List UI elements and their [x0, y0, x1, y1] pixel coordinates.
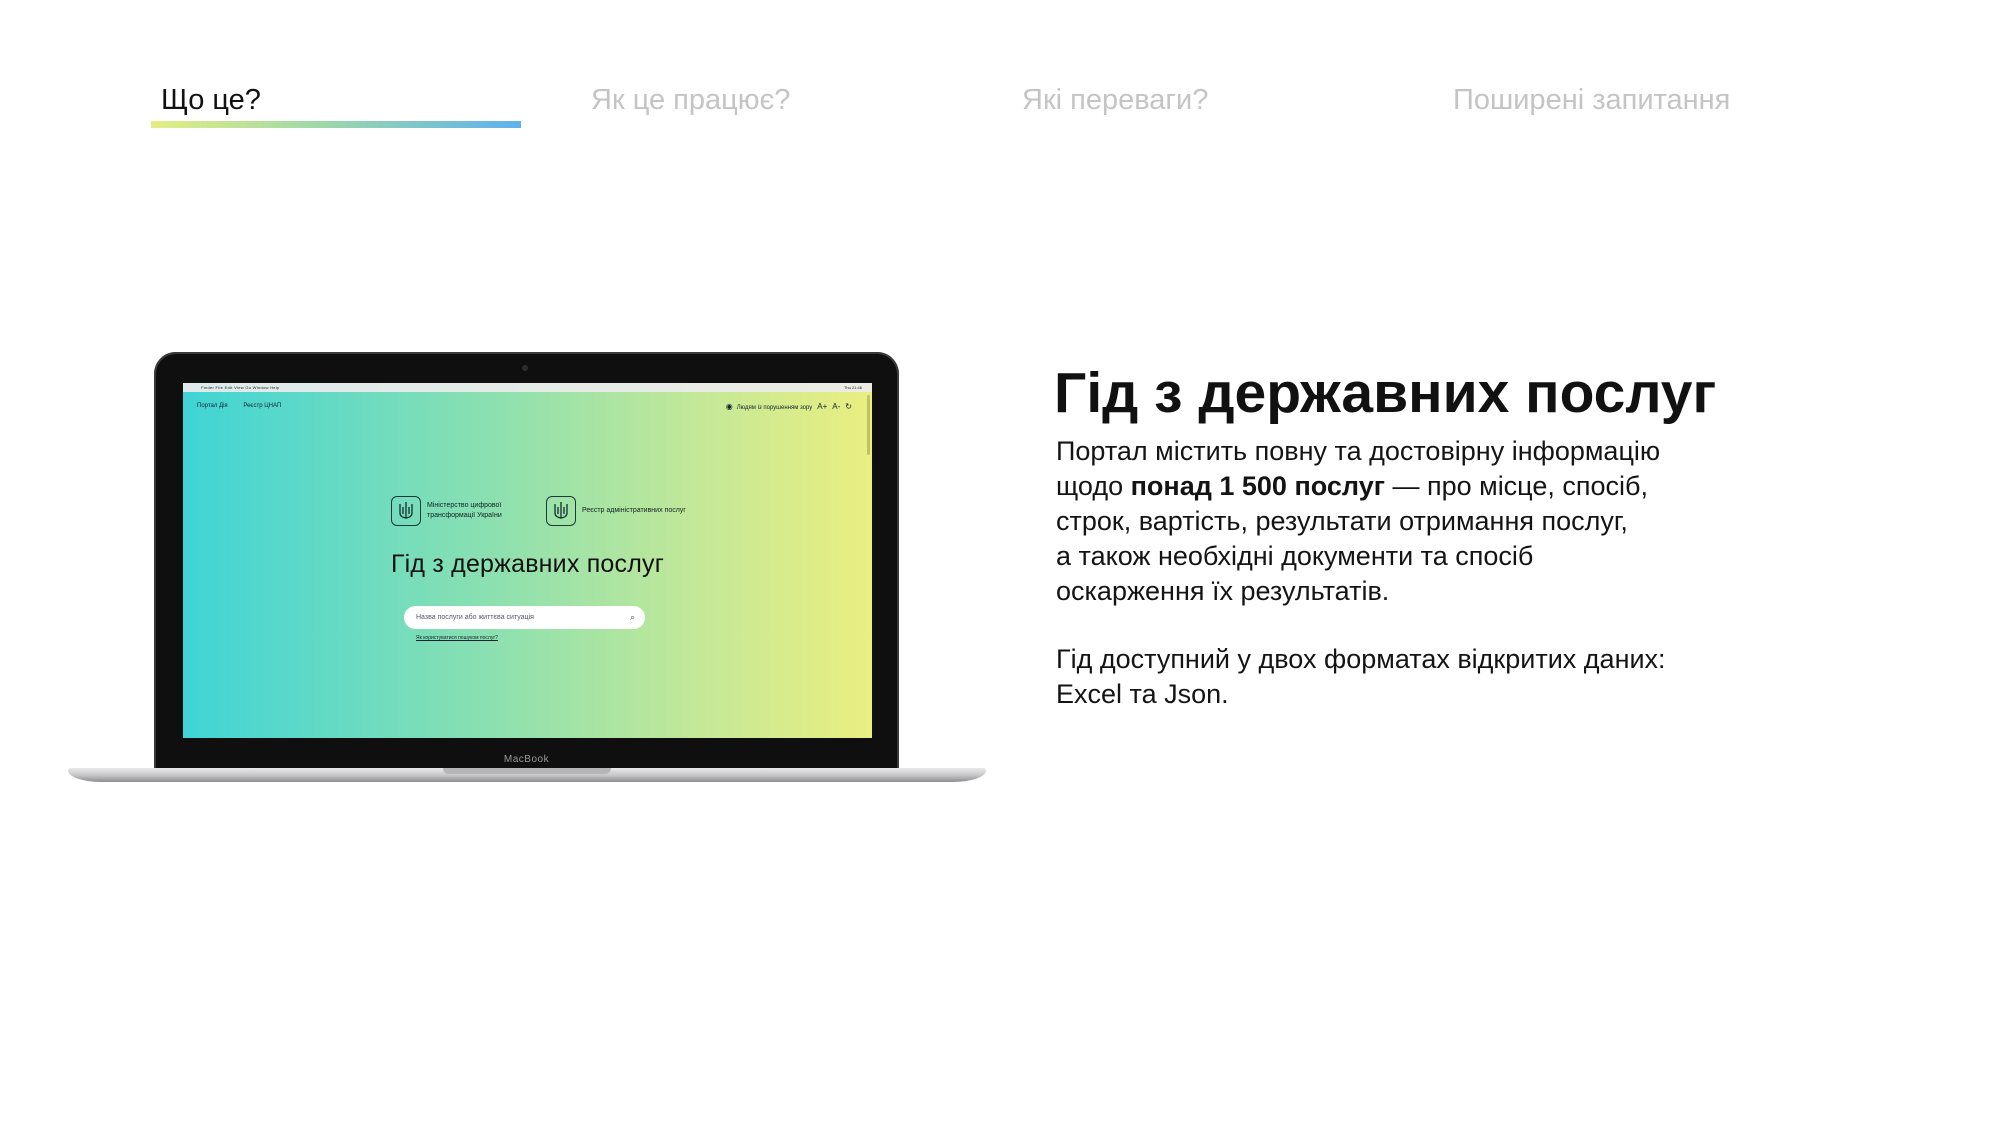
tab-how-it-works[interactable]: Як це працює? [591, 80, 790, 120]
reset-icon: ↻ [845, 402, 852, 411]
screen-site-title: Гід з державних послуг [390, 550, 665, 578]
menubar-items: Finder File Edit View Go Window Help [201, 385, 280, 390]
registry-logo-text: Реєстр адміністративних послуг [582, 507, 686, 514]
search-icon: ⌕ [629, 612, 635, 622]
desc-line: Excel та Json. [1056, 679, 1229, 709]
page: Що це? Як це працює? Які переваги? Пошир… [0, 0, 2000, 1125]
camera-icon [522, 365, 528, 371]
screen-search-input: Назва послуги або життєва ситуація ⌕ [404, 606, 645, 629]
services-count-highlight: понад 1 500 послуг [1130, 471, 1385, 501]
laptop-lid: Finder File Edit View Go Window Help Thu… [154, 352, 899, 772]
font-decrease-icon: A- [832, 402, 841, 411]
ministry-logo: Міністерство цифрової трансформації Укра… [391, 496, 537, 526]
desc-line: щодо понад 1 500 послуг — про місце, спо… [1056, 471, 1648, 501]
font-increase-icon: A+ [817, 402, 828, 411]
tab-what-is-it[interactable]: Що це? [161, 80, 261, 120]
tab-benefits[interactable]: Які переваги? [1022, 80, 1208, 120]
registry-logo: Реєстр адміністративних послуг [546, 496, 692, 526]
laptop-notch [443, 768, 611, 774]
site-accessibility-tools: ◉ Людям із порушенням зору A+ A- ↻ [726, 402, 852, 411]
screen-scrollbar [867, 395, 870, 455]
ministry-logo-text: Міністерство цифрової трансформації Укра… [427, 502, 502, 519]
page-title: Гід з державних послуг [1054, 361, 1717, 425]
site-nav-portal-diia: Портал Дія [197, 403, 228, 409]
mac-menubar: Finder File Edit View Go Window Help Thu… [183, 383, 872, 392]
trident-icon [391, 496, 421, 526]
active-tab-indicator [151, 121, 521, 128]
laptop-brand: MacBook [503, 754, 550, 765]
search-placeholder: Назва послуги або життєва ситуація [416, 614, 534, 621]
desc-line: строк, вартість, результати отримання по… [1056, 506, 1628, 536]
desc-line: а також необхідні документи та спосіб [1056, 541, 1534, 571]
site-nav: Портал Дія Реєстр ЦНАП [197, 403, 295, 409]
eye-icon: ◉ [725, 402, 733, 411]
site-nav-cnap-registry: Реєстр ЦНАП [243, 403, 282, 409]
tab-faq[interactable]: Поширені запитання [1453, 80, 1730, 120]
desc-line: Портал містить повну та достовірну інфор… [1056, 436, 1661, 466]
menubar-clock: Thu 21:46 [843, 385, 862, 390]
screen-search-help-link: Як користуватися пошуком послуг? [416, 635, 498, 641]
description: Портал містить повну та достовірну інфор… [1056, 434, 1956, 712]
laptop-mockup: Finder File Edit View Go Window Help Thu… [68, 350, 986, 790]
trident-icon [546, 496, 576, 526]
accessibility-label: Людям із порушенням зору [736, 405, 813, 411]
desc-line: Гід доступний у двох форматах відкритих … [1056, 644, 1666, 674]
laptop-screen: Finder File Edit View Go Window Help Thu… [183, 383, 872, 738]
desc-line: оскарження їх результатів. [1056, 576, 1390, 606]
section-tabs: Що це? Як це працює? Які переваги? Пошир… [0, 0, 2000, 140]
